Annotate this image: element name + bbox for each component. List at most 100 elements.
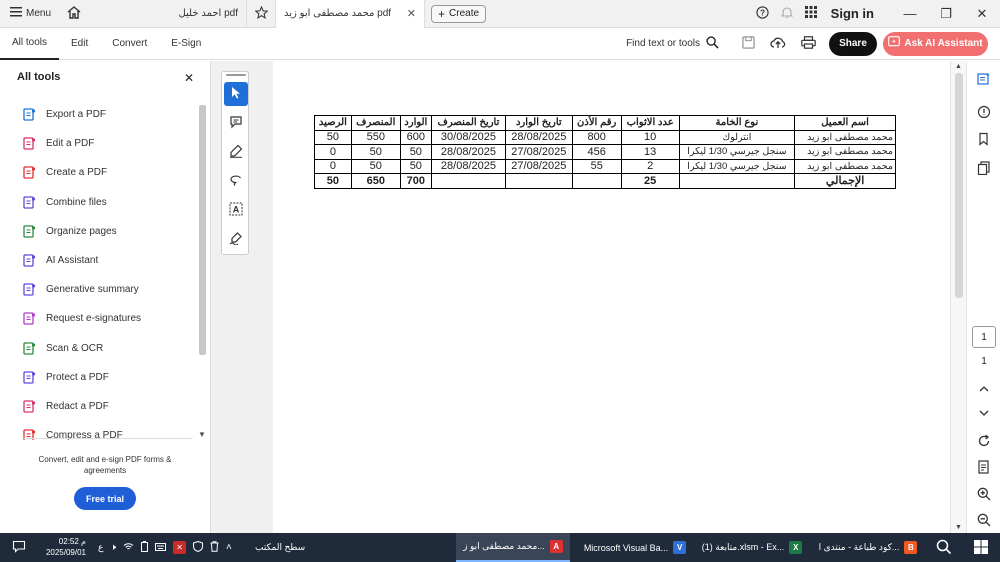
restore-icon: ❐ [940,5,952,21]
scroll-up-icon[interactable]: ▲ [955,63,962,70]
pages-thumbnails-icon[interactable] [976,160,992,176]
scrollbar-thumb[interactable] [199,105,206,355]
document-scrollbar-thumb[interactable] [955,73,963,298]
close-tab-icon[interactable]: ✕ [407,7,416,20]
print-button[interactable] [793,28,823,60]
close-window-button[interactable]: ✕ [964,0,1000,28]
taskbar-app-acrobat[interactable]: محمد مصطفى ابو ز... A [456,533,570,562]
text-tool-button[interactable]: A [224,198,248,222]
column-header: تاريخ الوارد [505,115,573,131]
ai-summary-icon[interactable] [976,71,992,87]
upload-cloud-button[interactable] [763,28,793,60]
show-hidden-icons[interactable]: ˄ [226,542,232,553]
table-cell: محمد مصطفى ابو زيد [794,129,896,145]
tool-item[interactable]: Combine files [22,188,192,217]
taskbar-app-vba[interactable]: Microsoft Visual Ba... V [580,533,690,562]
highlight-tool-button[interactable] [224,140,248,164]
tool-item[interactable]: Create a PDF [22,158,192,187]
tool-item[interactable]: Export a PDF [22,100,192,129]
tool-item[interactable]: Scan & OCR [22,334,192,363]
page-total: 1 [981,356,987,367]
divider [22,438,192,439]
taskbar-app-excel[interactable]: متابعة (1).xlsm - Ex... X [698,533,806,562]
tray-app-shield-icon[interactable] [193,540,204,554]
table-cell: سنجل جيرسي 1/30 ليكرا [678,144,796,160]
windows-taskbar: 02:52 م 2025/09/01 ع 🕨 ✕ ˄ سطح المكتب مح… [0,533,1000,562]
save-button[interactable] [733,28,763,60]
notifications-button[interactable] [775,0,799,28]
tab-esign[interactable]: E-Sign [159,28,213,60]
tray-app-red-icon[interactable]: ✕ [173,541,187,554]
home-button[interactable] [61,0,87,28]
comment-tool-button[interactable] [224,111,248,135]
tool-label: Edit a PDF [46,138,95,150]
apps-button[interactable] [799,0,823,28]
notifications-taskbar-button[interactable] [12,533,26,562]
find-text-or-tools[interactable]: Find text or tools [626,35,719,52]
tool-item[interactable]: Redact a PDF [22,392,192,421]
column-header: المنصرف [350,115,401,131]
tool-item[interactable]: Edit a PDF [22,129,192,158]
total-cell [571,173,622,189]
select-tool-button[interactable] [224,82,248,106]
close-panel-button[interactable]: ✕ [184,71,194,85]
wifi-icon[interactable] [123,542,134,553]
page-fit-icon[interactable] [976,459,992,475]
taskbar-app-brave[interactable]: كود طباعة - منتدى ا... B [812,533,924,562]
scroll-down-icon[interactable]: ▼ [955,524,962,531]
show-desktop-button[interactable]: سطح المكتب [255,533,305,562]
bookmarks-icon[interactable] [976,131,992,147]
scroll-down-icon[interactable]: ▼ [198,430,206,439]
menu-button[interactable]: Menu [0,0,61,28]
pen-icon [229,144,243,161]
table-cell: 55 [571,158,622,174]
keyboard-icon[interactable] [155,542,167,553]
table-cell: 0 [314,158,352,174]
battery-icon[interactable] [141,541,149,554]
zoom-in-icon[interactable] [976,486,992,502]
taskbar-clock[interactable]: 02:52 م 2025/09/01 [42,536,86,558]
previous-page-icon[interactable] [976,381,992,397]
table-cell: 27/08/2025 [505,144,573,160]
help-button[interactable]: ? [751,0,775,28]
table-row: محمد مصطفى ابو زيد سنجل جيرسي 1/30 ليكرا 2… [314,158,896,174]
comments-panel-icon[interactable] [976,104,992,120]
taskbar-search-button[interactable] [936,533,952,562]
tab-edit[interactable]: Edit [59,28,100,60]
panel-scrollbar[interactable]: ▼ [197,105,207,439]
tool-item[interactable]: AI Assistant [22,246,192,275]
tool-item[interactable]: Generative summary [22,275,192,304]
tab-convert[interactable]: Convert [100,28,159,60]
minimize-button[interactable]: — [892,0,928,28]
start-button[interactable] [974,533,988,562]
document-scrollbar[interactable]: ▲ ▼ [950,61,966,533]
tray-app-trash-icon[interactable] [210,541,219,554]
tab-all-tools[interactable]: All tools [0,28,60,60]
next-page-icon[interactable] [976,405,992,421]
tool-item[interactable]: Request e-signatures [22,304,192,333]
restore-button[interactable]: ❐ [928,0,964,28]
input-language[interactable]: ع [98,542,103,553]
taskbar-app-label: محمد مصطفى ابو ز... [463,541,545,551]
cloud-upload-icon [770,36,786,52]
zoom-out-icon[interactable] [976,512,992,528]
signature-pen-icon [229,231,243,248]
sign-in-button[interactable]: Sign in [823,6,892,21]
page-number-input[interactable]: 1 [972,326,996,348]
favorite-button[interactable] [247,5,275,22]
ask-ai-assistant-button[interactable]: Ask AI Assistant [883,31,988,56]
tab-document-active[interactable]: محمد مصطفى ابو زيد pdf ✕ [275,0,426,28]
tool-item[interactable]: Organize pages [22,217,192,246]
tool-item[interactable]: Protect a PDF [22,363,192,392]
share-button[interactable]: Share [829,31,877,56]
drag-handle[interactable] [226,74,246,76]
sign-tool-button[interactable] [224,227,248,251]
free-trial-button[interactable]: Free trial [74,487,136,510]
volume-icon[interactable]: 🕨 [110,542,116,553]
draw-tool-button[interactable] [224,169,248,193]
clock-time: 02:52 م [58,537,86,546]
rotate-icon[interactable] [976,433,992,449]
tab-document-inactive[interactable]: احمد خليل pdf [87,0,248,28]
excel-icon: X [789,541,803,554]
create-button[interactable]: + Create [431,4,487,23]
